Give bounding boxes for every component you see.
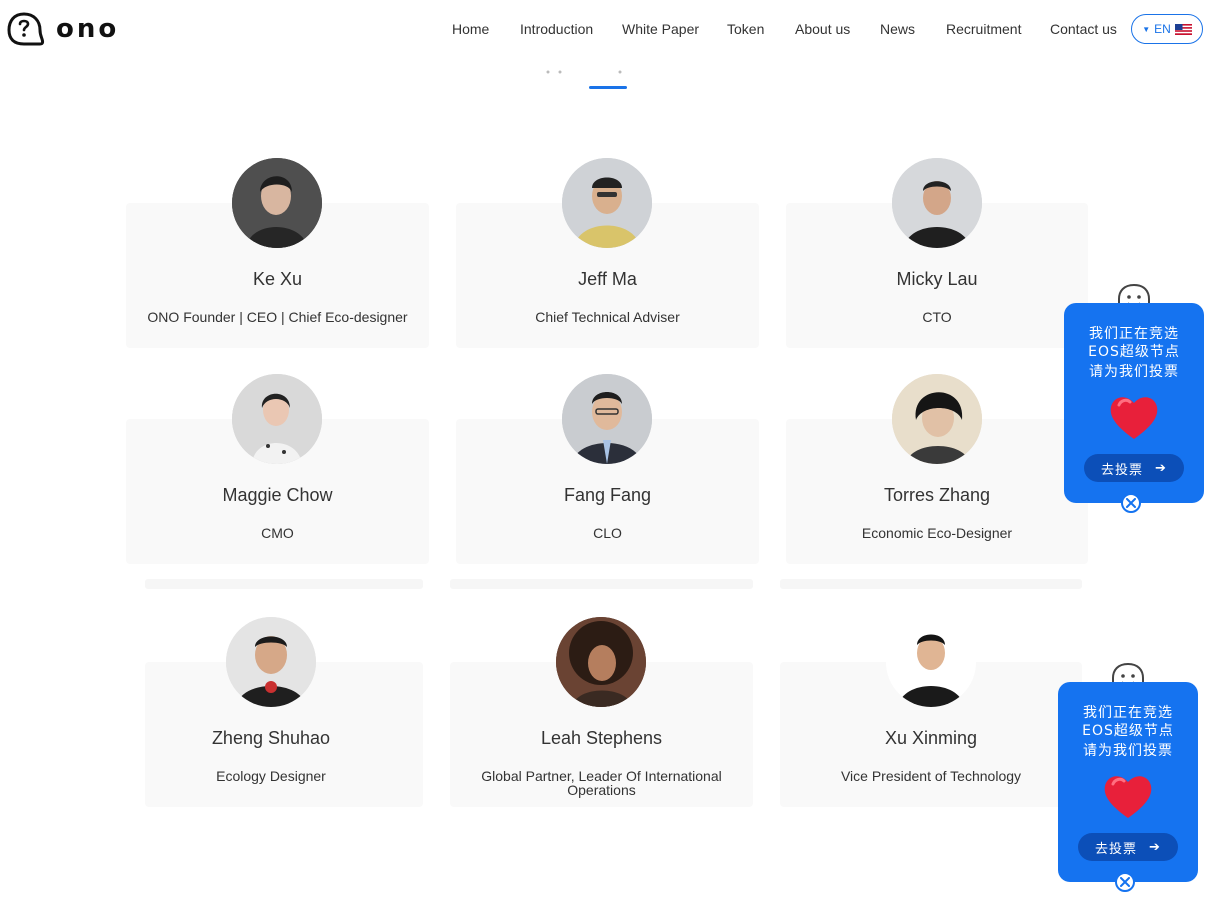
vote-panel[interactable]: 我们正在竞选 EOS超级节点 请为我们投票 去投票 ➔	[1064, 303, 1204, 503]
nav-recruitment[interactable]: Recruitment	[946, 21, 1021, 37]
ono-mascot-logo-icon	[7, 12, 45, 46]
heart-icon	[1104, 776, 1152, 818]
language-selector[interactable]: ▼ EN	[1131, 14, 1203, 44]
section-title-underline	[589, 86, 627, 89]
site-header: ono Home Introduction White Paper Token …	[0, 0, 1206, 62]
member-avatar	[892, 374, 982, 464]
vote-button[interactable]: 去投票 ➔	[1084, 454, 1184, 482]
close-icon[interactable]	[1121, 493, 1141, 513]
vote-panel[interactable]: 我们正在竞选 EOS超级节点 请为我们投票 去投票 ➔	[1058, 682, 1198, 882]
member-name: Zheng Shuhao	[211, 728, 331, 748]
section-title-remnant	[546, 70, 622, 74]
member-role: Chief Technical Adviser	[535, 309, 680, 325]
member-role: CTO	[922, 309, 952, 325]
vote-text-line: 请为我们投票	[1089, 364, 1179, 380]
member-avatar	[232, 158, 322, 248]
language-label: EN	[1154, 22, 1171, 36]
member-role: Global Partner, Leader Of International …	[481, 768, 722, 798]
vote-text-line: 我们正在竞选	[1083, 705, 1173, 721]
nav-news[interactable]: News	[880, 21, 915, 37]
card-divider	[780, 579, 1082, 589]
member-role: Ecology Designer	[216, 768, 326, 784]
nav-token[interactable]: Token	[727, 21, 764, 37]
member-name: Xu Xinming	[884, 728, 978, 748]
card-divider	[450, 579, 753, 589]
member-role: Economic Eco-Designer	[861, 525, 1013, 541]
caret-down-icon: ▼	[1142, 24, 1151, 34]
vote-button-label: 去投票	[1095, 841, 1138, 857]
member-name: Ke Xu	[252, 269, 303, 289]
member-avatar	[562, 158, 652, 248]
card-divider	[145, 579, 423, 589]
vote-text-line: EOS超级节点	[1088, 344, 1180, 360]
member-avatar	[232, 374, 322, 464]
member-role: ONO Founder | CEO | Chief Eco-designer	[147, 309, 408, 325]
arrow-right-icon: ➔	[1155, 460, 1167, 476]
vote-text-line: EOS超级节点	[1082, 723, 1174, 739]
nav-introduction[interactable]: Introduction	[520, 21, 593, 37]
member-name: Micky Lau	[896, 269, 978, 289]
member-avatar	[562, 374, 652, 464]
vote-widget: 我们正在竞选 EOS超级节点 请为我们投票 去投票 ➔	[1064, 283, 1204, 513]
member-role: CLO	[593, 525, 622, 541]
member-name: Torres Zhang	[883, 485, 991, 505]
nav-white-paper[interactable]: White Paper	[622, 21, 699, 37]
member-name: Leah Stephens	[540, 728, 663, 748]
member-name: Jeff Ma	[578, 269, 637, 289]
nav-home[interactable]: Home	[452, 21, 489, 37]
brand-name: ono	[56, 14, 120, 44]
nav-about-us[interactable]: About us	[795, 21, 850, 37]
heart-icon	[1110, 397, 1158, 439]
vote-button[interactable]: 去投票 ➔	[1078, 833, 1178, 861]
member-avatar	[892, 158, 982, 248]
page: ono Home Introduction White Paper Token …	[0, 0, 1206, 922]
vote-text-line: 请为我们投票	[1083, 743, 1173, 759]
close-icon[interactable]	[1115, 872, 1135, 892]
member-name: Fang Fang	[563, 485, 652, 505]
member-avatar	[886, 617, 976, 707]
member-role: CMO	[261, 525, 294, 541]
member-avatar	[226, 617, 316, 707]
member-name: Maggie Chow	[222, 485, 333, 505]
vote-button-label: 去投票	[1101, 462, 1144, 478]
member-role: Vice President of Technology	[840, 768, 1022, 784]
brand-logo[interactable]: ono	[6, 12, 116, 48]
vote-widget: 我们正在竞选 EOS超级节点 请为我们投票 去投票 ➔	[1058, 662, 1198, 892]
arrow-right-icon: ➔	[1149, 839, 1161, 855]
member-avatar	[556, 617, 646, 707]
us-flag-icon	[1174, 23, 1192, 35]
vote-text-line: 我们正在竞选	[1089, 326, 1179, 342]
nav-contact-us[interactable]: Contact us	[1050, 21, 1117, 37]
